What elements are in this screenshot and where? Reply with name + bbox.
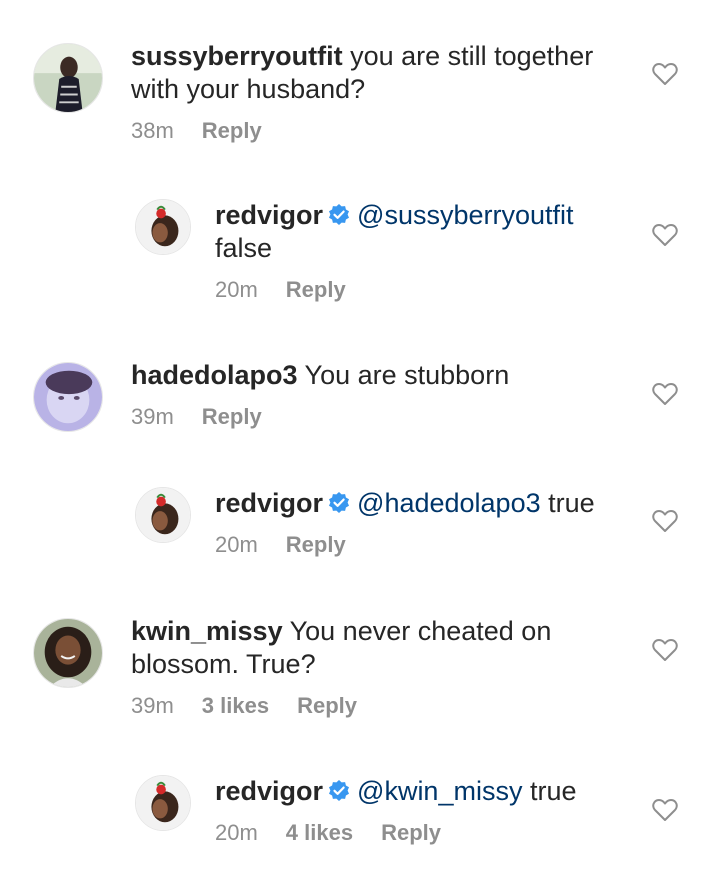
comment-meta: 39m 3 likes Reply: [131, 693, 601, 719]
comment-text: kwin_missy You never cheated on blossom.…: [131, 615, 601, 681]
comment-message: You are stubborn: [304, 360, 510, 390]
comment-message: false: [215, 233, 273, 263]
avatar[interactable]: [33, 618, 103, 688]
username[interactable]: sussyberryoutfit: [131, 41, 343, 71]
comment-meta: 20m 4 likes Reply: [215, 820, 635, 846]
comment-body: redvigor @sussyberryoutfit false 20m Reply: [215, 199, 635, 303]
comment-text: redvigor @kwin_missy true: [215, 775, 635, 808]
comment-body: kwin_missy You never cheated on blossom.…: [131, 615, 601, 719]
mention-link[interactable]: @kwin_missy: [357, 776, 522, 806]
heart-outline-icon[interactable]: [652, 382, 678, 406]
heart-outline-icon[interactable]: [652, 509, 678, 533]
likes-count[interactable]: 3 likes: [202, 693, 269, 719]
username[interactable]: redvigor: [215, 488, 323, 518]
heart-outline-icon[interactable]: [652, 638, 678, 662]
verified-badge-icon: [327, 778, 351, 802]
reply-button[interactable]: Reply: [202, 118, 262, 144]
avatar[interactable]: [33, 43, 103, 113]
reply-button[interactable]: Reply: [297, 693, 357, 719]
comment-meta: 38m Reply: [131, 118, 621, 144]
comment-message: true: [529, 776, 577, 806]
comment-meta: 20m Reply: [215, 532, 635, 558]
reply-button[interactable]: Reply: [202, 404, 262, 430]
comment-text: redvigor @hadedolapo3 true: [215, 487, 635, 520]
comment-body: redvigor @kwin_missy true 20m 4 likes Reply: [215, 775, 635, 846]
avatar[interactable]: [135, 199, 191, 255]
heart-outline-icon[interactable]: [652, 798, 678, 822]
comment-message: true: [548, 488, 595, 518]
comment-text: hadedolapo3 You are stubborn: [131, 359, 621, 392]
comment-body: hadedolapo3 You are stubborn 39m Reply: [131, 359, 621, 430]
comment-meta: 20m Reply: [215, 277, 635, 303]
comment-body: sussyberryoutfit you are still together …: [131, 40, 621, 144]
timestamp: 39m: [131, 404, 174, 429]
username[interactable]: redvigor: [215, 776, 323, 806]
timestamp: 20m: [215, 277, 258, 302]
mention-link[interactable]: @hadedolapo3: [357, 488, 541, 518]
comment-text: sussyberryoutfit you are still together …: [131, 40, 621, 106]
reply-button[interactable]: Reply: [381, 820, 441, 846]
avatar[interactable]: [33, 362, 103, 432]
username[interactable]: hadedolapo3: [131, 360, 298, 390]
comment-body: redvigor @hadedolapo3 true 20m Reply: [215, 487, 635, 558]
timestamp: 20m: [215, 820, 258, 845]
heart-outline-icon[interactable]: [652, 62, 678, 86]
avatar[interactable]: [135, 487, 191, 543]
username[interactable]: kwin_missy: [131, 616, 283, 646]
timestamp: 39m: [131, 693, 174, 718]
comment-text: redvigor @sussyberryoutfit false: [215, 199, 635, 265]
reply-button[interactable]: Reply: [286, 532, 346, 558]
timestamp: 20m: [215, 532, 258, 557]
reply-button[interactable]: Reply: [286, 277, 346, 303]
mention-link[interactable]: @sussyberryoutfit: [357, 200, 573, 230]
verified-badge-icon: [327, 202, 351, 226]
timestamp: 38m: [131, 118, 174, 143]
likes-count[interactable]: 4 likes: [286, 820, 353, 846]
username[interactable]: redvigor: [215, 200, 323, 230]
comment-meta: 39m Reply: [131, 404, 621, 430]
heart-outline-icon[interactable]: [652, 223, 678, 247]
avatar[interactable]: [135, 775, 191, 831]
verified-badge-icon: [327, 490, 351, 514]
